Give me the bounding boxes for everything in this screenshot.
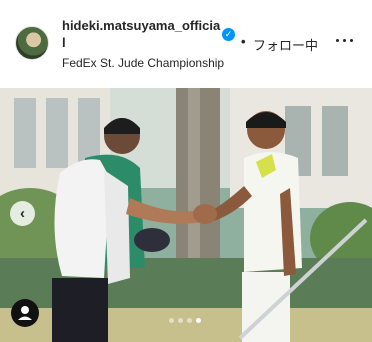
photo-illustration xyxy=(0,88,372,342)
post-photo[interactable] xyxy=(0,88,372,342)
carousel-dot xyxy=(187,318,192,323)
username-link[interactable]: hideki.matsuyama_official xyxy=(62,17,222,51)
carousel-dot xyxy=(169,318,174,323)
carousel-indicator xyxy=(169,318,201,324)
chevron-left-icon: ‹ xyxy=(20,205,25,222)
tagged-users-button[interactable] xyxy=(11,299,39,327)
profile-avatar[interactable] xyxy=(15,26,49,60)
carousel-dot xyxy=(178,318,183,323)
post-header: hideki.matsuyama_official ✓ • フォロー中 FedE… xyxy=(0,0,372,88)
separator-dot: • xyxy=(241,34,246,49)
carousel-dot-active xyxy=(196,318,201,323)
following-button[interactable]: フォロー中 xyxy=(253,35,318,54)
verified-badge-icon: ✓ xyxy=(222,28,235,41)
user-icon xyxy=(18,306,32,320)
carousel-prev-button[interactable]: ‹ xyxy=(10,201,35,226)
location-link[interactable]: FedEx St. Jude Championship xyxy=(62,56,224,70)
more-options-icon[interactable] xyxy=(336,35,356,47)
